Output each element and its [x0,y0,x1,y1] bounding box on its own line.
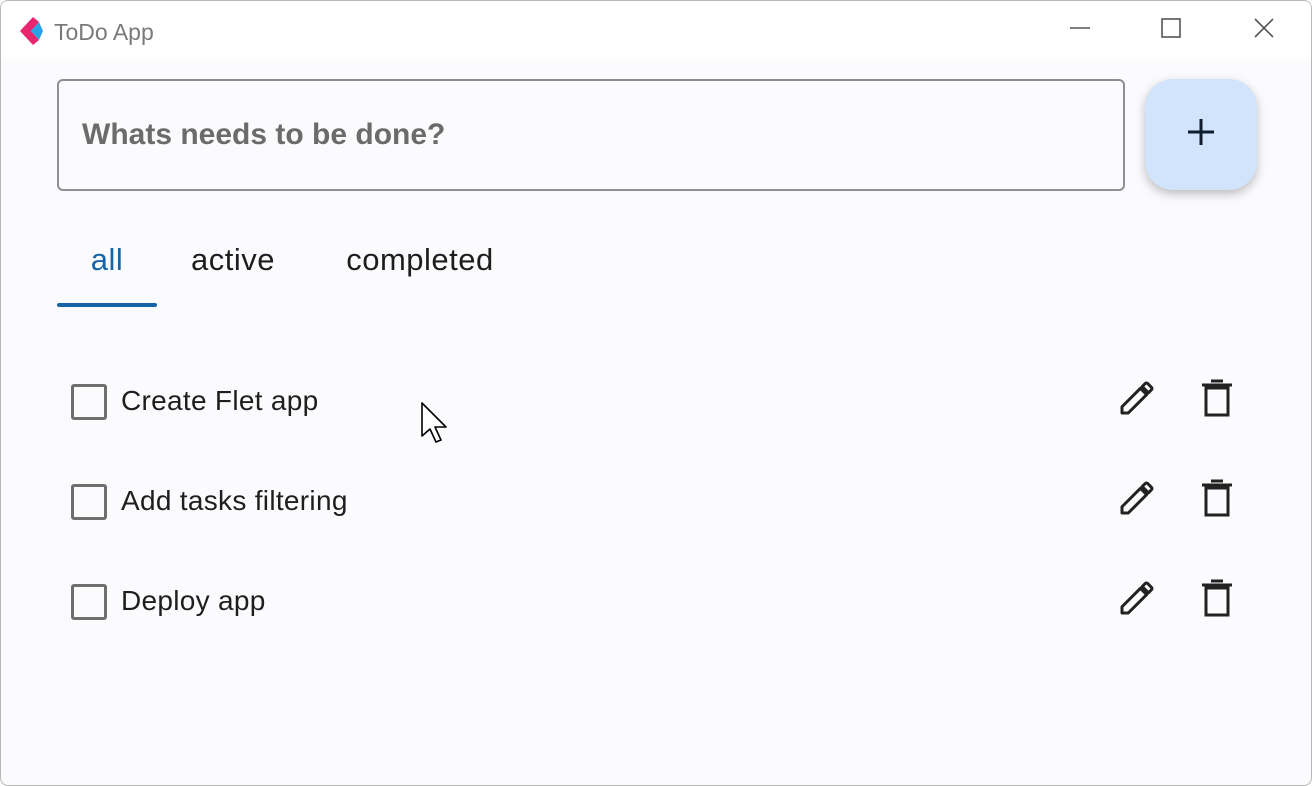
new-task-field[interactable] [57,79,1125,191]
pencil-icon [1117,378,1157,423]
task-checkbox[interactable] [71,584,107,620]
tab-selected-indicator [57,303,157,307]
mouse-cursor-icon [421,402,449,444]
task-label: Create Flet app [121,385,319,416]
delete-task-button[interactable] [1192,375,1242,425]
close-icon [1253,17,1275,44]
tab-active[interactable]: active [177,233,289,307]
task-row: Deploy app [57,555,1257,655]
minimize-button[interactable] [1050,1,1110,59]
window-title: ToDo App [54,19,154,45]
trash-icon [1200,579,1234,622]
title-bar[interactable]: ToDo App [1,1,1311,59]
task-row: Create Flet app [57,355,1257,455]
task-checkbox[interactable] [71,484,107,520]
app-window: ToDo App all activ [0,0,1312,786]
trash-icon [1200,479,1234,522]
task-label: Deploy app [121,585,266,616]
pencil-icon [1117,478,1157,523]
edit-task-button[interactable] [1112,575,1162,625]
task-row: Add tasks filtering [57,455,1257,555]
close-button[interactable] [1234,1,1294,59]
delete-task-button[interactable] [1192,575,1242,625]
pencil-icon [1117,578,1157,623]
new-task-input[interactable] [59,81,1123,189]
maximize-button[interactable] [1141,1,1201,59]
tab-completed[interactable]: completed [327,233,513,307]
task-checkbox[interactable] [71,384,107,420]
add-task-button[interactable] [1145,79,1257,190]
plus-icon [1185,116,1217,153]
edit-task-button[interactable] [1112,475,1162,525]
maximize-icon [1160,17,1182,44]
trash-icon [1200,379,1234,422]
minimize-icon [1069,17,1091,44]
task-label: Add tasks filtering [121,485,348,516]
tab-all[interactable]: all [57,233,157,307]
edit-task-button[interactable] [1112,375,1162,425]
flet-logo-icon [19,16,45,46]
delete-task-button[interactable] [1192,475,1242,525]
